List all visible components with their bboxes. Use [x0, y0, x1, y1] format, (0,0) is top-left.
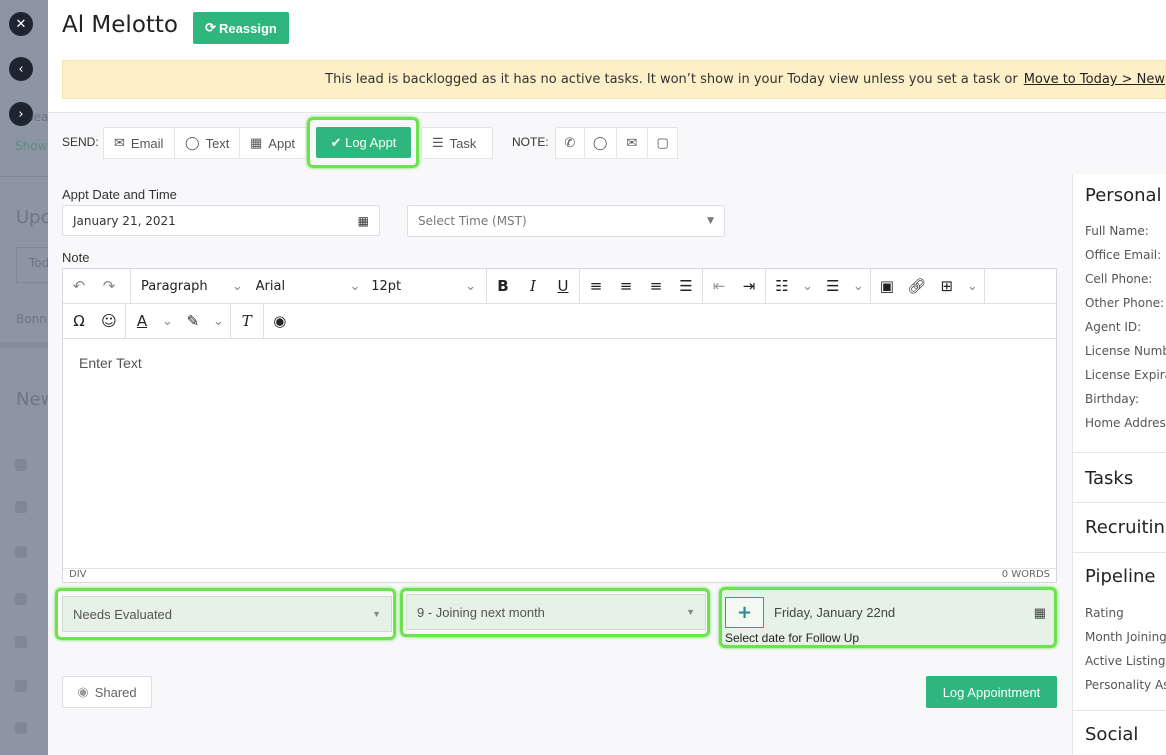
close-icon[interactable]: ✕	[9, 12, 33, 36]
text-color-icon[interactable]: A	[132, 312, 152, 330]
editor-body[interactable]: Enter Text	[79, 355, 142, 371]
chevron-down-icon: ⌄	[349, 278, 361, 294]
envelope-icon: ✉	[114, 135, 125, 150]
bullet-list-icon[interactable]: ☰	[823, 277, 843, 295]
field-label: License Expira	[1085, 368, 1166, 382]
add-followup-button[interactable]: +	[725, 597, 764, 628]
send-label: SEND:	[62, 135, 99, 149]
font-select[interactable]: Arial	[256, 279, 350, 294]
field-label: Agent ID:	[1085, 320, 1142, 334]
task-button[interactable]: ☰ Task	[421, 127, 493, 159]
align-right-icon[interactable]: ≡	[646, 277, 666, 295]
checkmark-icon: ✔	[330, 134, 346, 150]
send-appt-button[interactable]: ▦ Appt	[239, 127, 307, 159]
element-path: DIV	[69, 569, 87, 580]
new-partial: New	[16, 389, 48, 410]
bold-icon[interactable]: B	[493, 277, 513, 295]
field-label: Rating	[1085, 606, 1124, 620]
calendar-icon: ▦	[250, 135, 263, 150]
image-icon[interactable]: ▣	[877, 277, 897, 295]
word-count: 0 WORDS	[1001, 569, 1050, 580]
field-label: Other Phone:	[1085, 296, 1165, 310]
bonnie-partial: Bonni	[16, 312, 48, 326]
chevron-right-icon[interactable]: ›	[9, 102, 33, 126]
reassign-button[interactable]: ⟳ Reassign	[193, 12, 289, 44]
align-center-icon[interactable]: ≡	[616, 277, 636, 295]
send-email-button[interactable]: ✉ Email	[103, 127, 175, 159]
field-label: Birthday:	[1085, 392, 1140, 406]
field-label: Full Name:	[1085, 224, 1149, 238]
align-left-icon[interactable]: ≡	[586, 277, 606, 295]
eye-icon: ◉	[77, 684, 89, 699]
caret-down-icon: ▼	[707, 216, 714, 226]
backlog-banner: This lead is backlogged as it has no act…	[62, 60, 1166, 99]
preview-eye-icon[interactable]: ◉	[270, 312, 290, 330]
move-to-today-link[interactable]: Move to Today > New	[1024, 72, 1165, 87]
show-partial: Show	[15, 139, 48, 153]
chat-bubble-icon: ◯	[185, 135, 200, 150]
calendar-icon: ▦	[1033, 604, 1046, 620]
pipeline-heading[interactable]: Pipeline	[1085, 566, 1155, 587]
chevron-down-icon: ⌄	[231, 278, 243, 294]
caret-down-icon: ▼	[372, 609, 381, 619]
sticky-note-icon[interactable]: ▢	[648, 128, 677, 158]
appt-date-label: Appt Date and Time	[62, 187, 177, 202]
chat-bubble-icon[interactable]: ◯	[585, 128, 617, 158]
chevron-down-icon: ⌄	[465, 278, 477, 294]
upcoming-partial: Upc	[16, 207, 48, 228]
log-appointment-button[interactable]: Log Appointment	[926, 676, 1057, 708]
link-icon[interactable]: 🔗︎	[907, 277, 927, 295]
field-label: Home Address	[1085, 416, 1166, 430]
calendar-icon: ▦	[357, 213, 369, 228]
clear-format-icon[interactable]: T	[237, 312, 257, 330]
block-format-select[interactable]: Paragraph	[141, 279, 232, 294]
phone-icon[interactable]: ✆	[556, 128, 585, 158]
highlight-icon[interactable]: ✎	[183, 312, 203, 330]
undo-icon[interactable]: ↶	[69, 277, 89, 295]
log-appt-button[interactable]: ✔ Log Appt	[316, 127, 411, 158]
social-heading[interactable]: Social	[1085, 724, 1138, 745]
emoji-icon[interactable]: ☺	[99, 312, 119, 330]
special-character-icon[interactable]: Ω	[69, 312, 89, 330]
followup-date-input[interactable]: Friday, January 22nd ▦	[764, 597, 1054, 628]
personal-details-heading: Personal D	[1085, 185, 1166, 206]
note-field-label: Note	[62, 250, 90, 265]
field-label: Cell Phone:	[1085, 272, 1153, 286]
recruiting-heading[interactable]: Recruiting	[1085, 517, 1166, 538]
shared-button[interactable]: ◉ Shared	[62, 676, 152, 708]
rich-text-editor: ↶ ↷ Paragraph ⌄ Arial ⌄ 12pt ⌄ BIU ≡ ≡ ≡ ☰ ⇤ ⇥ ☷…	[62, 268, 1057, 583]
font-size-select[interactable]: 12pt	[371, 279, 465, 294]
field-label: Month Joining	[1085, 630, 1166, 644]
underline-icon[interactable]: U	[553, 277, 573, 295]
today-tab-partial: Tod	[16, 247, 48, 283]
rating-select[interactable]: 9 - Joining next month ▼	[406, 594, 706, 630]
appt-date-input[interactable]: January 21, 2021 ▦	[62, 205, 380, 236]
field-label: License Numb	[1085, 344, 1166, 358]
chevron-left-icon[interactable]: ‹	[9, 57, 33, 81]
redo-icon[interactable]: ↷	[99, 277, 119, 295]
status-select[interactable]: Needs Evaluated ▼	[62, 596, 392, 632]
page-title: Al Melotto	[62, 12, 178, 38]
list-icon: ☰	[432, 135, 444, 150]
note-label: NOTE:	[512, 135, 549, 149]
tasks-heading[interactable]: Tasks	[1085, 468, 1133, 489]
refresh-icon: ⟳	[205, 20, 217, 35]
table-icon[interactable]: ⊞	[937, 277, 957, 295]
numbered-list-icon[interactable]: ☷	[772, 277, 792, 295]
italic-icon[interactable]: I	[523, 277, 543, 295]
field-label: Personality As	[1085, 678, 1166, 692]
field-label: Active Listing	[1085, 654, 1166, 668]
envelope-icon[interactable]: ✉	[617, 128, 649, 158]
send-text-button[interactable]: ◯ Text	[174, 127, 240, 159]
indent-icon[interactable]: ⇥	[739, 277, 759, 295]
followup-hint: Select date for Follow Up	[725, 631, 860, 645]
outdent-icon[interactable]: ⇤	[709, 277, 729, 295]
caret-down-icon: ▼	[686, 607, 695, 617]
time-select[interactable]: Select Time (MST) ▼	[407, 205, 725, 237]
justify-icon[interactable]: ☰	[676, 277, 696, 295]
field-label: Office Email: (	[1085, 248, 1166, 262]
